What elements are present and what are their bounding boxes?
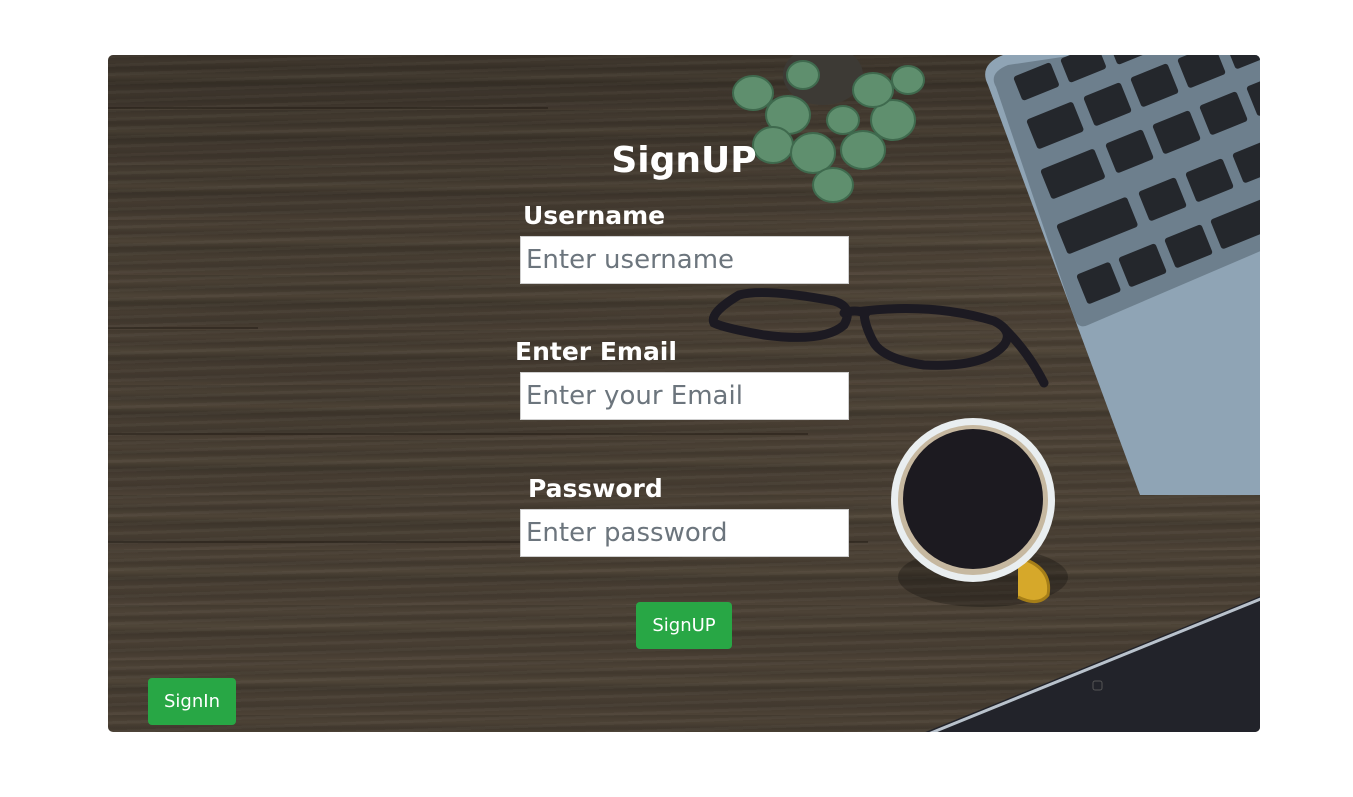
signup-button[interactable]: SignUP <box>636 602 732 649</box>
email-input[interactable] <box>520 372 849 420</box>
wood-plank-divider <box>108 433 808 435</box>
coffee-mug-decoration <box>891 418 1068 607</box>
signin-button[interactable]: SignIn <box>148 678 236 725</box>
tablet-decoration <box>925 596 1260 732</box>
email-label: Enter Email <box>515 337 677 366</box>
page-title: SignUP <box>611 140 757 181</box>
wood-plank-divider <box>108 107 548 109</box>
signup-card: SignUP Username Enter Email Password Sig… <box>108 55 1260 732</box>
username-label: Username <box>523 201 666 230</box>
wood-plank-divider <box>108 327 258 329</box>
password-input[interactable] <box>520 509 849 557</box>
password-label: Password <box>528 474 663 503</box>
username-input[interactable] <box>520 236 849 284</box>
